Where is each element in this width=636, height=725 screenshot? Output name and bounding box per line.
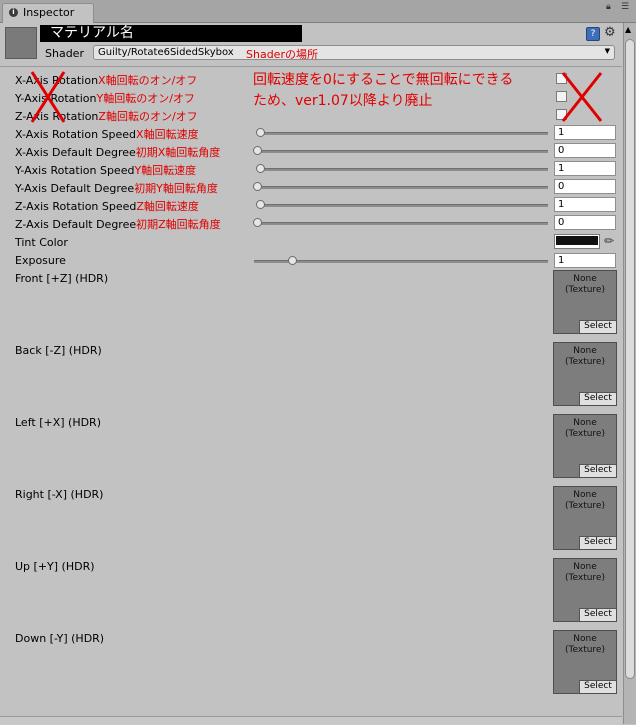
material-preview-icon	[5, 27, 37, 59]
texture-row-front: Front [+Z] (HDR) None (Texture) Select	[0, 270, 622, 334]
select-button[interactable]: Select	[579, 536, 616, 549]
texture-none-label: None (Texture)	[565, 634, 605, 655]
tab-bar: i Inspector 🔒︎ ☰	[0, 0, 636, 23]
z-axis-rotation-row: Z-Axis RotationZ軸回転のオン/オフ	[0, 106, 622, 124]
chevron-down-icon: ▼	[604, 47, 610, 55]
slider-track[interactable]	[258, 204, 548, 207]
texture-slot[interactable]: None (Texture) Select	[553, 414, 617, 478]
property-label: Z-Axis Default Degree初期Z軸回転角度	[15, 218, 221, 231]
value-field[interactable]: 0	[554, 143, 616, 158]
texture-none-label: None (Texture)	[565, 490, 605, 511]
tint-color-field[interactable]	[554, 234, 600, 249]
property-label: Z-Axis Rotation SpeedZ軸回転速度	[15, 200, 199, 213]
property-label: Tint Color	[15, 236, 68, 249]
lock-icon[interactable]: 🔒︎	[606, 2, 611, 12]
value-field[interactable]: 1	[554, 125, 616, 140]
vertical-scrollbar[interactable]: ▲	[623, 23, 636, 724]
slider-thumb[interactable]	[288, 256, 297, 265]
select-button[interactable]: Select	[579, 392, 616, 405]
help-icon[interactable]: ?	[586, 27, 600, 41]
tab-inspector[interactable]: i Inspector	[2, 3, 94, 23]
value-field[interactable]: 1	[554, 197, 616, 212]
value-field[interactable]: 1	[554, 253, 616, 268]
select-button[interactable]: Select	[579, 680, 616, 693]
y-axis-rotation-row: Y-Axis RotationY軸回転のオン/オフ	[0, 88, 622, 106]
scroll-thumb[interactable]	[625, 39, 635, 679]
texture-none-label: None (Texture)	[565, 418, 605, 439]
property-label: Exposure	[15, 254, 66, 267]
color-swatch	[556, 236, 598, 245]
property-label: X-Axis Default Degree初期X軸回転角度	[15, 146, 221, 159]
property-label: Y-Axis Rotation SpeedY軸回転速度	[15, 164, 197, 177]
exposure-row: Exposure 1	[0, 252, 622, 270]
texture-row-left: Left [+X] (HDR) None (Texture) Select	[0, 414, 622, 478]
texture-slot[interactable]: None (Texture) Select	[553, 342, 617, 406]
divider	[0, 66, 622, 67]
texture-none-label: None (Texture)	[565, 346, 605, 367]
material-header: マテリアル名 ? ⚙ Shader Guilty/Rotate6SidedSky…	[0, 23, 622, 65]
texture-slot[interactable]: None (Texture) Select	[553, 558, 617, 622]
property-label: Right [-X] (HDR)	[15, 488, 104, 501]
texture-slot[interactable]: None (Texture) Select	[553, 486, 617, 550]
property-label: Back [-Z] (HDR)	[15, 344, 102, 357]
property-label: Left [+X] (HDR)	[15, 416, 101, 429]
y-axis-rotation-speed-row: Y-Axis Rotation SpeedY軸回転速度 1	[0, 160, 622, 178]
tint-color-row: Tint Color ✏	[0, 234, 622, 252]
alpha-bar	[556, 245, 584, 247]
texture-row-right: Right [-X] (HDR) None (Texture) Select	[0, 486, 622, 550]
slider-track[interactable]	[258, 222, 548, 225]
shader-label: Shader	[45, 47, 84, 60]
texture-slot[interactable]: None (Texture) Select	[553, 630, 617, 694]
property-label: Y-Axis Default Degree初期Y軸回転角度	[15, 182, 218, 195]
property-label: Front [+Z] (HDR)	[15, 272, 109, 285]
x-axis-rotation-row: X-Axis RotationX軸回転のオン/オフ	[0, 70, 622, 88]
z-axis-default-degree-row: Z-Axis Default Degree初期Z軸回転角度 0	[0, 214, 622, 232]
x-axis-rotation-speed-row: X-Axis Rotation SpeedX軸回転速度 1	[0, 124, 622, 142]
slider-track[interactable]	[254, 260, 548, 263]
info-icon: i	[9, 8, 18, 17]
menu-icon[interactable]: ☰	[621, 2, 629, 12]
property-label: X-Axis Rotation SpeedX軸回転速度	[15, 128, 199, 141]
slider-thumb[interactable]	[256, 164, 265, 173]
eyedropper-icon[interactable]: ✏	[604, 234, 614, 248]
scroll-up-icon[interactable]: ▲	[625, 25, 631, 34]
slider-thumb[interactable]	[253, 218, 262, 227]
texture-row-down: Down [-Y] (HDR) None (Texture) Select	[0, 630, 622, 694]
tab-label: Inspector	[23, 6, 75, 19]
select-button[interactable]: Select	[579, 320, 616, 333]
material-name-field[interactable]: マテリアル名	[40, 25, 302, 42]
select-button[interactable]: Select	[579, 464, 616, 477]
y-axis-default-degree-row: Y-Axis Default Degree初期Y軸回転角度 0	[0, 178, 622, 196]
cross-mark-icon	[561, 72, 603, 122]
value-field[interactable]: 0	[554, 179, 616, 194]
slider-track[interactable]	[258, 132, 548, 135]
slider-track[interactable]	[258, 186, 548, 189]
cross-mark-icon	[30, 71, 66, 123]
property-label: Up [+Y] (HDR)	[15, 560, 95, 573]
slider-thumb[interactable]	[253, 146, 262, 155]
shader-value: Guilty/Rotate6SidedSkybox	[98, 47, 234, 58]
texture-none-label: None (Texture)	[565, 562, 605, 583]
texture-none-label: None (Texture)	[565, 274, 605, 295]
gear-icon[interactable]: ⚙	[604, 25, 616, 40]
x-axis-default-degree-row: X-Axis Default Degree初期X軸回転角度 0	[0, 142, 622, 160]
slider-track[interactable]	[258, 168, 548, 171]
property-label: Down [-Y] (HDR)	[15, 632, 105, 645]
select-button[interactable]: Select	[579, 608, 616, 621]
texture-slot[interactable]: None (Texture) Select	[553, 270, 617, 334]
slider-thumb[interactable]	[256, 128, 265, 137]
texture-row-back: Back [-Z] (HDR) None (Texture) Select	[0, 342, 622, 406]
slider-thumb[interactable]	[253, 182, 262, 191]
value-field[interactable]: 1	[554, 161, 616, 176]
shader-dropdown[interactable]: Guilty/Rotate6SidedSkybox Shaderの場所 ▼	[93, 45, 615, 61]
texture-row-up: Up [+Y] (HDR) None (Texture) Select	[0, 558, 622, 622]
shader-annotation: Shaderの場所	[246, 48, 318, 61]
slider-thumb[interactable]	[256, 200, 265, 209]
z-axis-rotation-speed-row: Z-Axis Rotation SpeedZ軸回転速度 1	[0, 196, 622, 214]
value-field[interactable]: 0	[554, 215, 616, 230]
slider-track[interactable]	[258, 150, 548, 153]
